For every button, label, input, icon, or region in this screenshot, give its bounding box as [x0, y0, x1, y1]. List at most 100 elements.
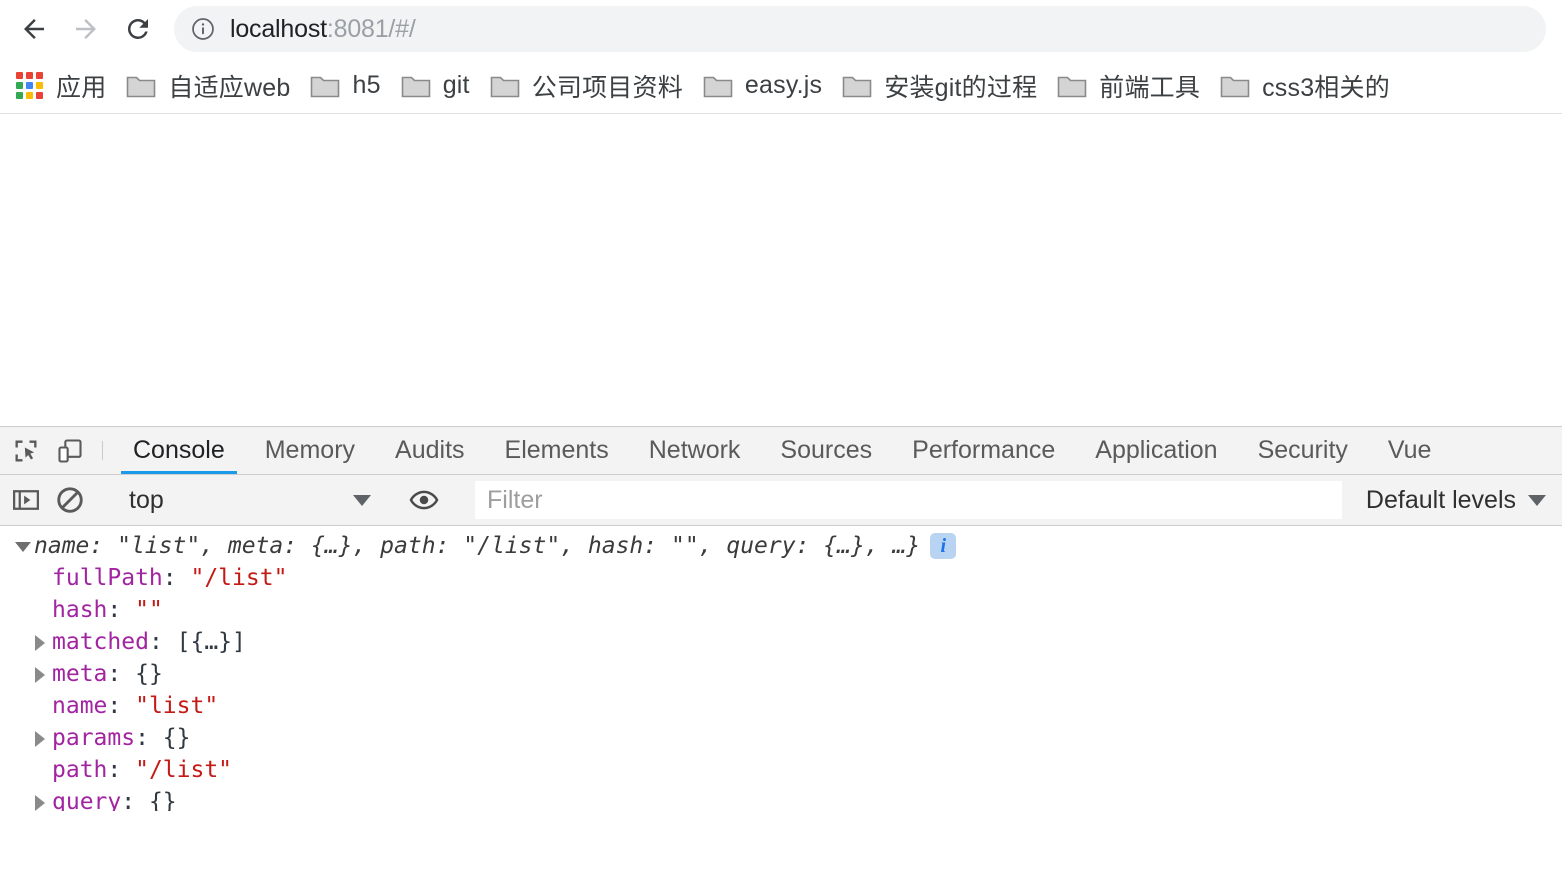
tab-label: Memory	[264, 436, 356, 465]
bookmark-label: css3相关的	[1262, 73, 1390, 102]
arrow-left-icon	[24, 19, 44, 39]
tab-audits[interactable]: Audits	[375, 427, 484, 474]
bookmark-gongsixiangmuziliao[interactable]: 公司项目资料	[480, 66, 693, 106]
chevron-down-icon	[1528, 494, 1546, 506]
bookmark-easy-js[interactable]: easy.js	[693, 66, 832, 106]
property-value: "/list"	[135, 757, 233, 784]
apps-grid-icon	[16, 71, 44, 100]
property-value: {}	[162, 725, 191, 752]
back-button[interactable]	[8, 3, 60, 55]
console-log-entry[interactable]: name: "list", meta: {…}, path: "/list", …	[0, 530, 1562, 562]
property-key: matched	[52, 629, 149, 656]
object-property-row[interactable]: query: {}	[0, 786, 1562, 811]
console-log-levels-selector[interactable]: Default levels	[1350, 481, 1562, 519]
tab-application[interactable]: Application	[1075, 427, 1237, 474]
browser-toolbar: localhost:8081/#/	[0, 0, 1562, 58]
property-key: name	[52, 693, 108, 720]
bookmark-label: 自适应web	[168, 73, 291, 102]
property-key: fullPath	[52, 565, 163, 592]
eye-icon[interactable]	[402, 485, 446, 515]
folder-icon	[703, 73, 733, 99]
address-bar[interactable]: localhost:8081/#/	[174, 6, 1546, 52]
bookmark-zishiyingweb[interactable]: 自适应web	[116, 66, 300, 106]
object-property-row: path: "/list"	[0, 754, 1562, 786]
info-circle-icon[interactable]	[190, 16, 216, 42]
object-property-row: fullPath: "/list"	[0, 562, 1562, 594]
devtools-panel: Console Memory Audits Elements Network S…	[0, 426, 1562, 811]
property-key: query	[52, 789, 122, 811]
property-value: {}	[135, 661, 163, 688]
property-value: {}	[148, 789, 177, 811]
colon: :	[121, 789, 149, 811]
console-toolbar: top Default levels	[0, 475, 1562, 527]
tab-label: Performance	[912, 436, 1056, 465]
console-filter-input[interactable]	[475, 481, 1342, 520]
tab-sources[interactable]: Sources	[760, 427, 892, 474]
reload-button[interactable]	[112, 3, 164, 55]
console-log-levels-value: Default levels	[1365, 485, 1516, 514]
url-path: :8081/#/	[326, 14, 416, 43]
tab-label: Elements	[504, 436, 609, 465]
tab-label: Console	[133, 436, 225, 465]
property-key: path	[52, 757, 108, 784]
toolbar-divider	[102, 441, 103, 461]
folder-icon	[842, 73, 872, 99]
property-key: params	[52, 725, 136, 752]
tab-memory[interactable]: Memory	[245, 427, 375, 474]
bookmark-label: easy.js	[744, 71, 823, 99]
clear-console-icon[interactable]	[48, 485, 92, 515]
colon: :	[107, 661, 136, 688]
object-property-row: name: "list"	[0, 690, 1562, 722]
colon: :	[162, 565, 191, 592]
object-preview-text: name: "list", meta: {…}, path: "/list", …	[34, 533, 921, 560]
tab-network[interactable]: Network	[629, 427, 761, 474]
tab-label: Vue	[1387, 436, 1432, 465]
console-output: name: "list", meta: {…}, path: "/list", …	[0, 526, 1562, 811]
property-key: hash	[52, 597, 108, 624]
browser-chrome: localhost:8081/#/ 应用 自适应web h5 git 公司项目资…	[0, 0, 1562, 114]
bookmark-label: git	[442, 71, 470, 99]
address-bar-url: localhost:8081/#/	[230, 15, 416, 44]
tab-console[interactable]: Console	[113, 427, 245, 475]
bookmark-label: 应用	[56, 73, 107, 102]
tab-elements[interactable]: Elements	[485, 427, 629, 474]
tab-label: Sources	[780, 436, 873, 465]
colon: :	[107, 693, 136, 720]
bookmark-qianduangongju[interactable]: 前端工具	[1047, 66, 1210, 106]
forward-button[interactable]	[60, 3, 112, 55]
property-key: meta	[52, 661, 108, 688]
console-context-selector[interactable]: top	[113, 481, 381, 519]
bookmark-label: 安装git的过程	[884, 73, 1038, 102]
tab-label: Audits	[395, 436, 465, 465]
bookmark-label: h5	[352, 71, 381, 99]
console-context-value: top	[129, 485, 164, 514]
console-sidebar-toggle-icon[interactable]	[4, 485, 48, 515]
inspect-element-icon[interactable]	[4, 427, 48, 474]
property-value: "/list"	[190, 565, 288, 592]
info-badge-icon[interactable]: i	[930, 533, 957, 560]
property-value: ""	[135, 597, 163, 624]
colon: :	[107, 597, 136, 624]
folder-icon	[1220, 73, 1250, 99]
object-preview: name: "list", meta: {…}, path: "/list", …	[34, 530, 920, 562]
colon: :	[148, 629, 177, 656]
bookmark-apps[interactable]: 应用	[6, 66, 116, 106]
object-property-row[interactable]: meta: {}	[0, 658, 1562, 690]
tab-performance[interactable]: Performance	[892, 427, 1075, 474]
bookmark-h5[interactable]: h5	[300, 66, 390, 106]
tab-label: Security	[1257, 436, 1348, 465]
bookmark-css3[interactable]: css3相关的	[1210, 66, 1400, 106]
property-value: "list"	[135, 693, 219, 720]
tab-security[interactable]: Security	[1238, 427, 1368, 474]
object-property-row[interactable]: params: {}	[0, 722, 1562, 754]
reload-icon	[127, 18, 148, 39]
colon: :	[135, 725, 163, 752]
object-property-row[interactable]: matched: [{…}]	[0, 626, 1562, 658]
bookmark-anzhuanggit[interactable]: 安装git的过程	[832, 66, 1047, 106]
tab-label: Network	[648, 436, 741, 465]
page-viewport	[0, 114, 1562, 426]
bookmark-git[interactable]: git	[391, 66, 480, 106]
chevron-down-icon	[353, 494, 371, 506]
tab-vue[interactable]: Vue	[1368, 427, 1452, 474]
device-toolbar-icon[interactable]	[48, 427, 92, 474]
